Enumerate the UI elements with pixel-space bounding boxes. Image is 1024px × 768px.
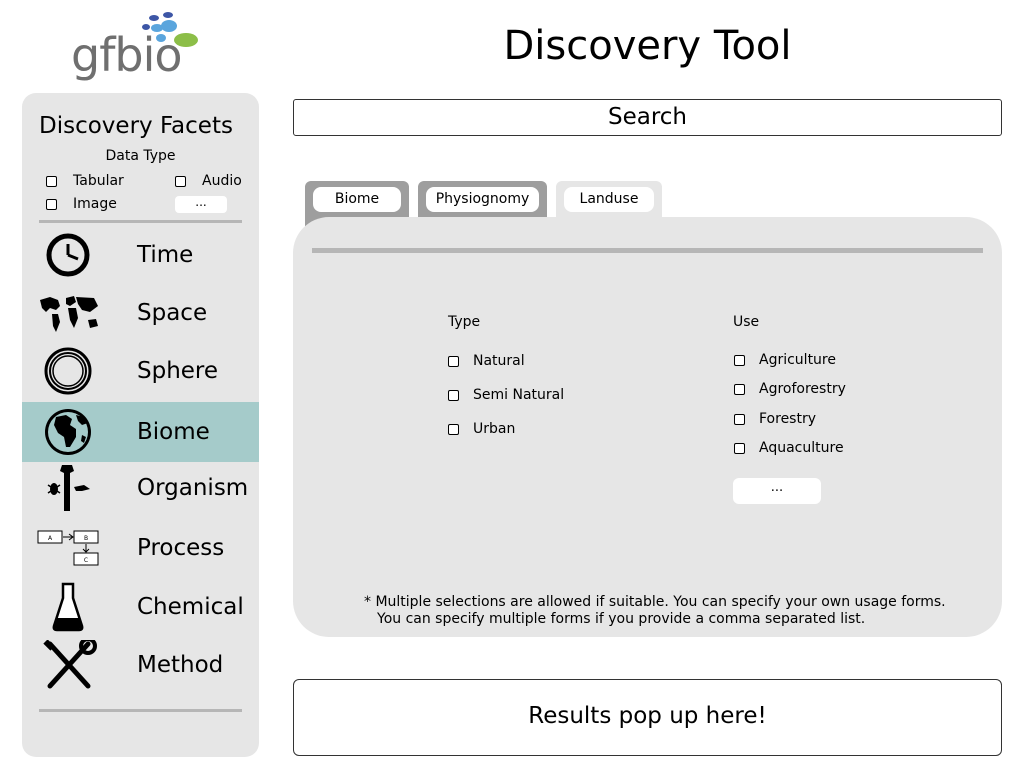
tab-biome[interactable]: Biome bbox=[305, 181, 409, 217]
checkbox[interactable] bbox=[448, 423, 459, 435]
facet-process[interactable]: A B C Process bbox=[22, 518, 259, 578]
svg-text:C: C bbox=[84, 557, 88, 564]
facet-time[interactable]: Time bbox=[22, 225, 259, 285]
svg-text:B: B bbox=[84, 535, 88, 542]
checkbox[interactable] bbox=[448, 389, 459, 401]
checkbox[interactable] bbox=[46, 175, 57, 187]
panel-divider bbox=[312, 248, 983, 253]
world-map-icon bbox=[40, 296, 98, 332]
data-type-title: Data Type bbox=[105, 148, 176, 164]
divider bbox=[39, 709, 242, 712]
facet-organism[interactable]: Organism bbox=[22, 458, 259, 518]
checkbox[interactable] bbox=[46, 198, 57, 210]
results-area: Results pop up here! bbox=[293, 679, 1002, 756]
checkbox[interactable] bbox=[734, 383, 745, 395]
checkbox[interactable] bbox=[734, 442, 745, 454]
tools-icon bbox=[43, 640, 97, 689]
data-type-image[interactable]: Image bbox=[46, 196, 117, 212]
type-option-urban[interactable]: Urban bbox=[448, 421, 515, 437]
facet-label: Biome bbox=[137, 419, 210, 445]
facet-label: Sphere bbox=[137, 358, 219, 384]
tab-label: Physiognomy bbox=[426, 187, 539, 212]
note-line-2: You can specify multiple forms if you pr… bbox=[377, 611, 866, 627]
checkbox[interactable] bbox=[175, 175, 186, 187]
facet-sphere[interactable]: Sphere bbox=[22, 341, 259, 401]
facet-label: Chemical bbox=[137, 594, 244, 620]
clock-icon bbox=[46, 233, 90, 277]
type-option-semi-natural[interactable]: Semi Natural bbox=[448, 387, 564, 403]
logo-mark bbox=[142, 12, 198, 47]
facet-method[interactable]: Method bbox=[22, 635, 259, 695]
landuse-panel: Type Natural Semi Natural Urban Use Agri… bbox=[293, 217, 1002, 637]
checkbox[interactable] bbox=[448, 355, 459, 367]
use-more-button[interactable]: ... bbox=[733, 478, 821, 504]
globe-icon bbox=[45, 409, 91, 455]
flow-diagram-icon: A B C bbox=[37, 530, 99, 566]
facet-label: Organism bbox=[137, 475, 249, 501]
facet-space[interactable]: Space bbox=[22, 283, 259, 343]
use-title: Use bbox=[733, 314, 760, 330]
search-bar[interactable]: Search bbox=[293, 99, 1002, 136]
sidebar: Discovery Facets Data Type Tabular Audio… bbox=[22, 93, 259, 757]
facet-biome[interactable]: Biome bbox=[22, 402, 259, 462]
tab-landuse[interactable]: Landuse bbox=[556, 181, 662, 217]
flask-icon bbox=[52, 582, 84, 632]
use-option-agroforestry[interactable]: Agroforestry bbox=[734, 381, 846, 397]
divider bbox=[39, 220, 242, 223]
tab-label: Biome bbox=[313, 187, 401, 212]
facet-label: Process bbox=[137, 535, 225, 561]
organism-icon bbox=[47, 465, 90, 511]
selection-note: * Multiple selections are allowed if sui… bbox=[364, 594, 964, 628]
page-title: Discovery Tool bbox=[503, 23, 792, 69]
checkbox[interactable] bbox=[734, 354, 745, 366]
facet-label: Space bbox=[137, 300, 208, 326]
rings-icon bbox=[44, 347, 92, 395]
note-line-1: * Multiple selections are allowed if sui… bbox=[364, 594, 946, 610]
facet-chemical[interactable]: Chemical bbox=[22, 577, 259, 637]
sidebar-title: Discovery Facets bbox=[39, 113, 233, 139]
type-title: Type bbox=[448, 314, 481, 330]
data-type-tabular[interactable]: Tabular bbox=[46, 173, 124, 189]
use-option-agriculture[interactable]: Agriculture bbox=[734, 352, 836, 368]
tab-label: Landuse bbox=[564, 187, 654, 212]
data-type-more-button[interactable]: ... bbox=[175, 196, 227, 213]
facet-label: Method bbox=[137, 652, 224, 678]
use-option-aquaculture[interactable]: Aquaculture bbox=[734, 440, 844, 456]
tab-physiognomy[interactable]: Physiognomy bbox=[418, 181, 547, 217]
use-option-forestry[interactable]: Forestry bbox=[734, 411, 816, 427]
gfbio-logo: gfbio bbox=[66, 10, 216, 84]
checkbox[interactable] bbox=[734, 413, 745, 425]
data-type-audio[interactable]: Audio bbox=[175, 173, 242, 189]
facet-label: Time bbox=[137, 242, 194, 268]
type-option-natural[interactable]: Natural bbox=[448, 353, 525, 369]
